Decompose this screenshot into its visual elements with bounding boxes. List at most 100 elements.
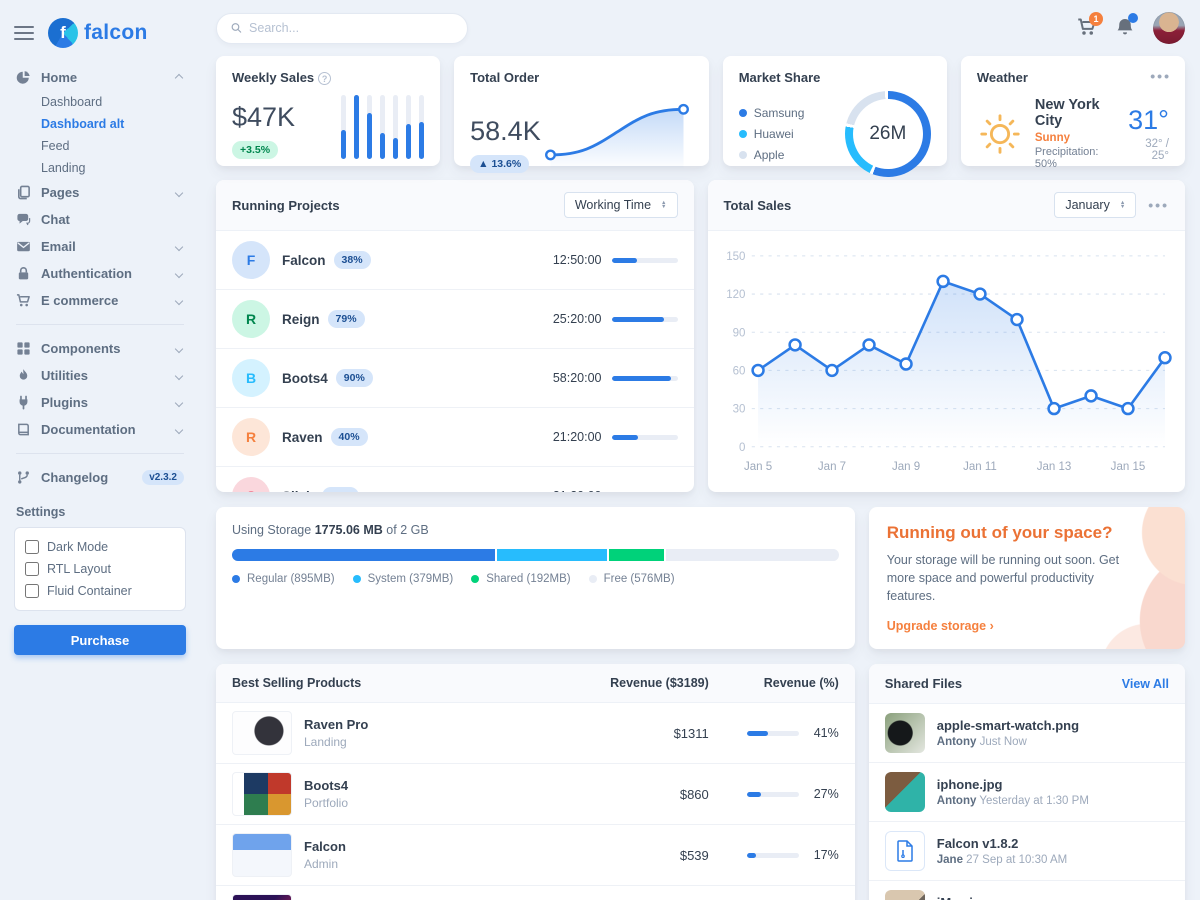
topbar: 1 bbox=[216, 0, 1185, 56]
brand-name: falcon bbox=[84, 21, 148, 45]
running-projects-title: Running Projects bbox=[232, 198, 340, 213]
total-sales-line-chart: 0306090120150Jan 5Jan 7Jan 9Jan 11Jan 13… bbox=[708, 231, 1186, 489]
checkbox-rtl-layout[interactable] bbox=[25, 562, 39, 576]
total-sales-chart-svg: 0306090120150Jan 5Jan 7Jan 9Jan 11Jan 13… bbox=[714, 237, 1176, 489]
product-percent: 41% bbox=[809, 726, 839, 740]
comments-icon bbox=[16, 212, 31, 227]
sidebar-item-label: Documentation bbox=[41, 422, 166, 437]
purchase-button[interactable]: Purchase bbox=[14, 625, 186, 655]
sidebar-item-plugins[interactable]: Plugins bbox=[0, 389, 200, 416]
sidebar-item-e-commerce[interactable]: E commerce bbox=[0, 287, 200, 314]
file-row-falcon-v1-8-2[interactable]: Falcon v1.8.2Jane 27 Sep at 10:30 AM bbox=[869, 822, 1185, 881]
product-row-boots4[interactable]: Boots4Portfolio$86027% bbox=[216, 764, 855, 825]
space-heading: Running out of your space? bbox=[887, 523, 1167, 543]
sidebar-item-utilities[interactable]: Utilities bbox=[0, 362, 200, 389]
storage-segment-system bbox=[497, 549, 609, 561]
sidebar-item-changelog[interactable]: Changelogv2.3.2 bbox=[0, 464, 200, 491]
product-row-slick[interactable]: SlickBuilder$2458% bbox=[216, 886, 855, 900]
total-sales-menu-button[interactable]: ••• bbox=[1148, 197, 1169, 213]
sidebar-subitem-feed[interactable]: Feed bbox=[0, 135, 200, 157]
svg-text:Jan 7: Jan 7 bbox=[817, 461, 845, 473]
weather-title: Weather bbox=[977, 70, 1169, 85]
svg-text:150: 150 bbox=[726, 251, 745, 263]
project-row-falcon[interactable]: FFalcon38%12:50:00 bbox=[216, 231, 694, 290]
file-row-imac-jpg[interactable]: iMac.jpgRowen 23 Sep at 6:10 PM bbox=[869, 881, 1185, 900]
storage-legend-label: Shared (192MB) bbox=[486, 573, 570, 585]
sidebar-item-label: Chat bbox=[41, 212, 184, 227]
working-time-select[interactable]: Working Time ▲▼ bbox=[564, 192, 678, 218]
weather-card: Weather ••• New York City Sunny Precipit… bbox=[961, 56, 1185, 166]
product-row-raven-pro[interactable]: Raven ProLanding$131141% bbox=[216, 703, 855, 764]
file-time: 27 Sep at 10:30 AM bbox=[963, 854, 1067, 866]
product-row-falcon[interactable]: FalconAdmin$53917% bbox=[216, 825, 855, 886]
project-progress-fill bbox=[612, 317, 664, 322]
help-icon[interactable]: ? bbox=[318, 72, 331, 85]
view-all-link[interactable]: View All bbox=[1122, 677, 1169, 691]
weekly-bar-track bbox=[341, 95, 346, 159]
project-row-slick[interactable]: SSlick70%31:20:00 bbox=[216, 467, 694, 492]
chart-pie-icon bbox=[16, 70, 31, 85]
shared-files-card: Shared Files View All apple-smart-watch.… bbox=[869, 664, 1185, 900]
storage-row: Using Storage 1775.06 MB of 2 GB Regular… bbox=[216, 507, 1185, 649]
project-avatar: S bbox=[232, 477, 270, 492]
cart-button[interactable]: 1 bbox=[1077, 17, 1099, 39]
brand-logo[interactable]: f falcon bbox=[48, 18, 148, 48]
project-name: Raven bbox=[282, 430, 323, 445]
settings-option-fluid-container[interactable]: Fluid Container bbox=[25, 584, 175, 598]
puzzle-icon bbox=[16, 341, 31, 356]
storage-legend-dot bbox=[589, 575, 597, 583]
menu-toggle-button[interactable] bbox=[14, 26, 34, 40]
user-avatar[interactable] bbox=[1153, 12, 1185, 44]
product-percent: 27% bbox=[809, 787, 839, 801]
file-meta: Antony Just Now bbox=[937, 736, 1079, 748]
sidebar-item-components[interactable]: Components bbox=[0, 335, 200, 362]
storage-legend-item: System (379MB) bbox=[353, 573, 454, 585]
product-info: Boots4Portfolio bbox=[304, 778, 348, 810]
month-select[interactable]: January ▲▼ bbox=[1054, 192, 1136, 218]
bsp-col-revenue: Revenue ($3189) bbox=[559, 676, 709, 690]
file-row-apple-smart-watch-png[interactable]: apple-smart-watch.pngAntony Just Now bbox=[869, 704, 1185, 763]
sidebar-subitem-dashboard[interactable]: Dashboard bbox=[0, 91, 200, 113]
notifications-button[interactable] bbox=[1115, 17, 1137, 39]
file-info: apple-smart-watch.pngAntony Just Now bbox=[937, 718, 1079, 748]
app-root: f falcon HomeDashboardDashboard altFeedL… bbox=[0, 0, 1200, 900]
search-input[interactable] bbox=[249, 21, 453, 35]
sidebar-item-authentication[interactable]: Authentication bbox=[0, 260, 200, 287]
svg-text:0: 0 bbox=[739, 442, 745, 454]
file-info: iMac.jpgRowen 23 Sep at 6:10 PM bbox=[937, 895, 1073, 900]
project-avatar: B bbox=[232, 359, 270, 397]
market-share-donut-chart: 26M bbox=[845, 91, 931, 177]
search-box[interactable] bbox=[216, 13, 468, 44]
file-row-iphone-jpg[interactable]: iphone.jpgAntony Yesterday at 1:30 PM bbox=[869, 763, 1185, 822]
sidebar-item-documentation[interactable]: Documentation bbox=[0, 416, 200, 443]
project-row-boots4[interactable]: BBoots490%58:20:00 bbox=[216, 349, 694, 408]
weather-range: 32° / 25° bbox=[1128, 138, 1169, 162]
project-progress-badge: 40% bbox=[331, 428, 368, 446]
file-meta: Antony Yesterday at 1:30 PM bbox=[937, 795, 1089, 807]
checkbox-fluid-container[interactable] bbox=[25, 584, 39, 598]
sidebar-subitem-dashboard-alt[interactable]: Dashboard alt bbox=[0, 113, 200, 135]
book-icon bbox=[16, 422, 31, 437]
sidebar-divider bbox=[16, 324, 184, 325]
stats-row: Weekly Sales? $47K +3.5% Total Order 58.… bbox=[216, 56, 1185, 166]
storage-segment-shared bbox=[609, 549, 666, 561]
project-row-reign[interactable]: RReign79%25:20:00 bbox=[216, 290, 694, 349]
chevron-down-icon bbox=[175, 398, 183, 406]
sidebar-item-pages[interactable]: Pages bbox=[0, 179, 200, 206]
settings-option-dark-mode[interactable]: Dark Mode bbox=[25, 540, 175, 554]
sun-icon bbox=[977, 111, 1023, 157]
checkbox-dark-mode[interactable] bbox=[25, 540, 39, 554]
main-content: 1 Weekly Sales? $47K +3.5% bbox=[200, 0, 1200, 900]
sidebar-item-email[interactable]: Email bbox=[0, 233, 200, 260]
sidebar-item-home[interactable]: Home bbox=[0, 64, 200, 91]
sidebar-item-chat[interactable]: Chat bbox=[0, 206, 200, 233]
settings-option-rtl-layout[interactable]: RTL Layout bbox=[25, 562, 175, 576]
svg-text:Jan 13: Jan 13 bbox=[1036, 461, 1071, 473]
project-row-raven[interactable]: RRaven40%21:20:00 bbox=[216, 408, 694, 467]
weather-menu-button[interactable]: ••• bbox=[1150, 68, 1171, 84]
sidebar-subitem-landing[interactable]: Landing bbox=[0, 157, 200, 179]
storage-usage-bar bbox=[232, 549, 839, 561]
bsp-col-percent: Revenue (%) bbox=[709, 676, 839, 690]
market-share-legend-item: Apple bbox=[739, 148, 805, 162]
upgrade-storage-link[interactable]: Upgrade storage › bbox=[887, 619, 994, 633]
